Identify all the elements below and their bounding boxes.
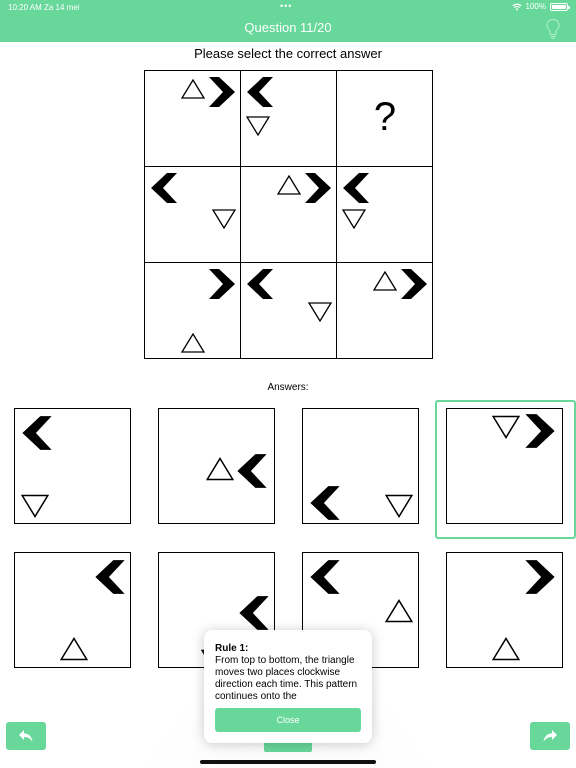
- chevron-right-icon: [401, 269, 427, 299]
- chevron-right-icon: [525, 560, 555, 594]
- triangle-down-icon: [492, 415, 520, 439]
- battery-level: [552, 4, 566, 9]
- wifi-icon: [511, 3, 522, 10]
- battery-icon: [550, 2, 570, 11]
- answer-option-3[interactable]: [302, 408, 419, 524]
- answer-option-5[interactable]: [14, 552, 131, 668]
- grid-cell-2-3: [337, 167, 433, 263]
- triangle-up-icon: [373, 271, 397, 291]
- chevron-left-icon: [310, 486, 340, 520]
- triangle-up-icon: [181, 79, 205, 99]
- answer-option-4[interactable]: [446, 408, 563, 524]
- triangle-up-icon: [60, 637, 88, 661]
- chevron-left-icon: [247, 77, 273, 107]
- missing-piece-mark: ?: [373, 95, 397, 139]
- triangle-down-icon: [342, 209, 366, 229]
- triangle-down-icon: [212, 209, 236, 229]
- close-button[interactable]: Close: [215, 708, 361, 732]
- header-bar: 10:20 AM Za 14 mei ••• 100% Question 11/…: [0, 0, 576, 42]
- back-button[interactable]: [6, 722, 46, 750]
- answer-option-2[interactable]: [158, 408, 275, 524]
- arrow-forward-icon: [543, 730, 557, 742]
- rule-title: Rule 1:: [215, 643, 249, 654]
- home-indicator[interactable]: [200, 760, 376, 764]
- answer-option-8[interactable]: [446, 552, 563, 668]
- chevron-right-icon: [305, 173, 331, 203]
- chevron-right-icon: [525, 414, 555, 448]
- grid-cell-2-1: [145, 167, 241, 263]
- puzzle-grid: ?: [144, 70, 433, 359]
- triangle-up-icon: [206, 457, 234, 481]
- chevron-left-icon: [151, 173, 177, 203]
- triangle-down-icon: [21, 494, 49, 518]
- chevron-left-icon: [343, 173, 369, 203]
- status-date: Za 14 mei: [44, 3, 80, 12]
- chevron-left-icon: [22, 416, 52, 450]
- chevron-right-icon: [209, 269, 235, 299]
- triangle-down-icon: [385, 494, 413, 518]
- status-time: 10:20 AM: [8, 3, 42, 12]
- triangle-up-icon: [181, 333, 205, 353]
- grid-cell-1-3: ?: [337, 71, 433, 167]
- grid-cell-1-2: [241, 71, 337, 167]
- chevron-left-icon: [310, 560, 340, 594]
- page-title: Question 11/20: [244, 20, 332, 35]
- triangle-up-icon: [385, 599, 413, 623]
- chevron-left-icon: [95, 560, 125, 594]
- answer-option-1[interactable]: [14, 408, 131, 524]
- arrow-back-icon: [19, 730, 33, 742]
- grid-cell-3-1: [145, 263, 241, 359]
- battery-percent: 100%: [525, 2, 546, 11]
- chevron-left-icon: [239, 596, 269, 630]
- answers-label: Answers:: [267, 382, 309, 393]
- rule-text: From top to bottom, the triangle moves t…: [215, 655, 358, 702]
- lightbulb-icon[interactable]: [544, 18, 562, 40]
- triangle-up-icon: [277, 175, 301, 195]
- triangle-down-icon: [246, 116, 270, 136]
- grid-cell-3-2: [241, 263, 337, 359]
- status-right: 100%: [511, 2, 570, 11]
- forward-button[interactable]: [530, 722, 570, 750]
- chevron-left-icon: [247, 269, 273, 299]
- chevron-left-icon: [237, 454, 267, 488]
- multitasking-dots[interactable]: •••: [280, 1, 292, 11]
- grid-cell-3-3: [337, 263, 433, 359]
- instruction-text: Please select the correct answer: [194, 46, 382, 61]
- grid-cell-1-1: [145, 71, 241, 167]
- grid-cell-2-2: [241, 167, 337, 263]
- triangle-down-icon: [308, 302, 332, 322]
- rule-popup: Rule 1: From top to bottom, the triangle…: [204, 630, 372, 743]
- chevron-right-icon: [209, 77, 235, 107]
- triangle-up-icon: [492, 637, 520, 661]
